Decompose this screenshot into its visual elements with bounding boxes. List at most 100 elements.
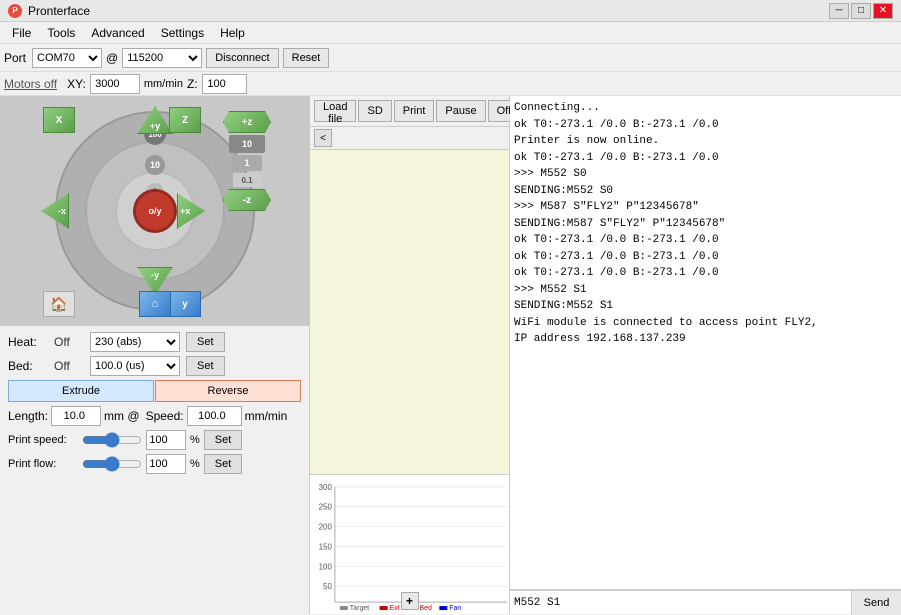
print-speed-value[interactable] (146, 430, 186, 450)
menu-advanced[interactable]: Advanced (83, 24, 152, 42)
console-line: WiFi module is connected to access point… (514, 315, 897, 332)
speed-group: Speed: mm/min (146, 406, 288, 426)
y-home-button[interactable]: ⌂ (139, 291, 171, 317)
svg-text:Ext: Ext (390, 605, 400, 612)
svg-text:300: 300 (319, 483, 333, 492)
z-label: Z: (187, 77, 198, 91)
print-speed-unit: % (190, 434, 200, 446)
length-group: Length: mm @ (8, 406, 140, 426)
xy-unit: mm/min (144, 78, 183, 90)
bed-label: Bed: (8, 359, 48, 373)
console-line: ok T0:-273.1 /0.0 B:-273.1 /0.0 (514, 117, 897, 134)
xy-label: XY: (67, 77, 86, 91)
svg-text:100: 100 (319, 562, 333, 571)
add-button[interactable]: + (401, 592, 419, 610)
z-speed-input[interactable] (202, 74, 247, 94)
disconnect-button[interactable]: Disconnect (206, 48, 278, 68)
heat-status: Off (54, 335, 84, 349)
app-icon: P (8, 4, 22, 18)
extrude-row: Extrude Reverse (8, 380, 301, 402)
motors-off-button[interactable]: Motors off (4, 77, 57, 91)
load-file-button[interactable]: Load file (314, 100, 356, 122)
bed-set-button[interactable]: Set (186, 356, 225, 376)
length-input[interactable] (51, 406, 101, 426)
reset-button[interactable]: Reset (283, 48, 330, 68)
close-button[interactable]: ✕ (873, 3, 893, 19)
titlebar: P Pronterface ─ □ ✕ (0, 0, 901, 22)
print-button[interactable]: Print (394, 100, 435, 122)
port-select[interactable]: COM70 (32, 48, 102, 68)
menu-file[interactable]: File (4, 24, 39, 42)
z-1-badge[interactable]: 1 (232, 155, 262, 171)
minimize-button[interactable]: ─ (829, 3, 849, 19)
home-button[interactable]: 🏠 (43, 291, 75, 317)
console-line: Printer is now online. (514, 133, 897, 150)
extrude-button[interactable]: Extrude (8, 380, 154, 402)
x-label-button[interactable]: Z (169, 107, 201, 133)
print-flow-slider[interactable] (82, 456, 142, 472)
toolbar: Port COM70 @ 115200 250000 9600 Disconne… (0, 44, 901, 72)
motors-bar: Motors off XY: mm/min Z: (0, 72, 901, 96)
svg-text:150: 150 (319, 542, 333, 551)
dist-10-badge[interactable]: 10 (145, 155, 165, 175)
menu-tools[interactable]: Tools (39, 24, 83, 42)
menu-help[interactable]: Help (212, 24, 253, 42)
xy-home-button[interactable]: X (43, 107, 75, 133)
svg-text:250: 250 (319, 503, 333, 512)
maximize-button[interactable]: □ (851, 3, 871, 19)
heat-set-button[interactable]: Set (186, 332, 225, 352)
console-input[interactable] (510, 591, 851, 614)
nav-left-button[interactable]: < (314, 129, 332, 147)
right-panel: Connecting...ok T0:-273.1 /0.0 B:-273.1 … (510, 96, 901, 614)
console-line: Connecting... (514, 100, 897, 117)
print-speed-set-button[interactable]: Set (204, 430, 243, 450)
z-plus-button[interactable]: +z (223, 111, 271, 133)
print-flow-value[interactable] (146, 454, 186, 474)
svg-text:200: 200 (319, 523, 333, 532)
jog-y-plus-button[interactable]: +y (137, 106, 173, 134)
heat-select[interactable]: 230 (abs) 200 (abs) 180 (abs) Off (90, 332, 180, 352)
print-speed-slider[interactable] (82, 432, 142, 448)
svg-text:Fan: Fan (449, 605, 461, 612)
print-flow-label: Print flow: (8, 458, 78, 470)
console-line: IP address 192.168.137.239 (514, 331, 897, 348)
length-speed-row: Length: mm @ Speed: mm/min (8, 406, 301, 426)
z-minus-button[interactable]: -z (223, 189, 271, 211)
print-flow-unit: % (190, 458, 200, 470)
pause-button[interactable]: Pause (436, 100, 485, 122)
print-flow-set-button[interactable]: Set (204, 454, 243, 474)
preview-area: 300 250 200 150 100 50 (310, 150, 509, 614)
heat-label: Heat: (8, 335, 48, 349)
port-label: Port (4, 51, 26, 65)
bed-select[interactable]: 100.0 (us) 60 (abs) Off (90, 356, 180, 376)
app-title: Pronterface (28, 4, 90, 18)
console-line: >>> M552 S1 (514, 282, 897, 299)
print-flow-row: Print flow: % Set (8, 454, 301, 474)
reverse-button[interactable]: Reverse (155, 380, 301, 402)
jog-center-button[interactable]: o/y (133, 189, 177, 233)
console-line: ok T0:-273.1 /0.0 B:-273.1 /0.0 (514, 265, 897, 282)
y-label-button[interactable]: y (169, 291, 201, 317)
jog-controls: o/y 100 10 1 +y (35, 101, 275, 321)
file-toolbar: Load file SD Print Pause Off (310, 96, 509, 127)
z-01-badge[interactable]: 0.1 (233, 173, 261, 187)
print-speed-row: Print speed: % Set (8, 430, 301, 450)
sd-button[interactable]: SD (358, 100, 391, 122)
jog-x-minus-button[interactable]: -x (41, 193, 69, 229)
console-line: >>> M552 S0 (514, 166, 897, 183)
xy-speed-input[interactable] (90, 74, 140, 94)
send-button[interactable]: Send (851, 591, 901, 615)
controls-panel: Heat: Off 230 (abs) 200 (abs) 180 (abs) … (0, 326, 309, 480)
speed-input[interactable] (187, 406, 242, 426)
at-sign: @ (106, 51, 118, 65)
z-10-badge[interactable]: 10 (229, 135, 265, 153)
svg-text:Bed: Bed (419, 605, 431, 612)
print-speed-label: Print speed: (8, 434, 78, 446)
console-output: Connecting...ok T0:-273.1 /0.0 B:-273.1 … (510, 96, 901, 590)
jog-x-plus-button[interactable]: +x (177, 193, 205, 229)
console-line: >>> M587 S"FLY2" P"12345678" (514, 199, 897, 216)
menu-settings[interactable]: Settings (153, 24, 212, 42)
center-panel: Load file SD Print Pause Off < > 300 250… (310, 96, 510, 614)
jog-area: o/y 100 10 1 +y (0, 96, 310, 326)
baud-select[interactable]: 115200 250000 9600 (122, 48, 202, 68)
